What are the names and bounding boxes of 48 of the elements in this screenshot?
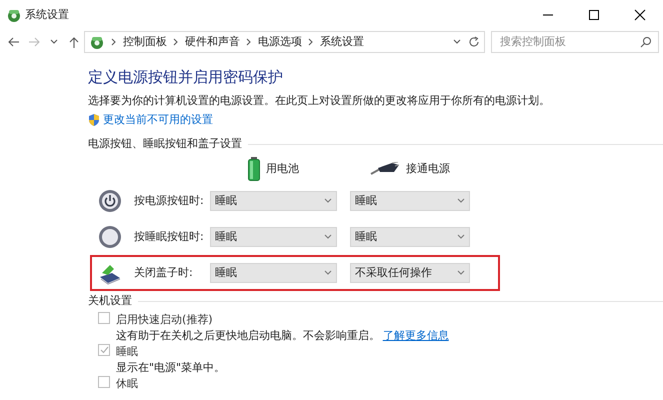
chevron-right-icon xyxy=(246,38,252,46)
back-arrow-icon[interactable] xyxy=(7,36,21,48)
section-title: 关机设置 xyxy=(88,292,132,309)
chevron-right-icon xyxy=(173,38,179,46)
power-button-icon xyxy=(98,188,122,213)
battery-icon xyxy=(248,156,260,181)
chevron-down-icon xyxy=(324,270,332,276)
close-icon xyxy=(634,9,646,21)
chevron-down-icon xyxy=(457,234,465,240)
breadcrumb-item[interactable]: 硬件和声音 xyxy=(185,34,240,50)
option-description: 这有助于在关机之后更快地启动电脑。不会影响重启。 xyxy=(116,328,380,344)
up-arrow-icon[interactable] xyxy=(68,36,80,48)
power-plug-icon xyxy=(370,162,400,176)
dropdown[interactable]: 睡眠 xyxy=(210,262,337,283)
column-label: 接通电源 xyxy=(406,160,450,176)
dropdown[interactable]: 睡眠 xyxy=(210,190,337,211)
checkbox-label: 启用快速启动(推荐) xyxy=(116,312,214,328)
checkbox-label: 休眠 xyxy=(116,376,139,392)
option-description: 显示在"电源"菜单中。 xyxy=(116,360,226,376)
dropdown[interactable]: 睡眠 xyxy=(350,190,470,211)
page-heading: 定义电源按钮并启用密码保护 xyxy=(88,67,284,88)
dropdown[interactable]: 不采取任何操作 xyxy=(350,262,470,283)
search-box[interactable]: 搜索控制面板 xyxy=(491,31,659,53)
search-icon xyxy=(640,36,652,48)
checkbox-label: 睡眠 xyxy=(116,344,139,360)
refresh-icon[interactable] xyxy=(468,36,480,48)
chevron-right-icon xyxy=(111,38,117,46)
window-title: 系统设置 xyxy=(24,6,69,23)
address-bar[interactable]: 控制面板 硬件和声音 电源选项 系统设置 xyxy=(84,31,485,53)
breadcrumb-item[interactable]: 控制面板 xyxy=(123,34,167,50)
dropdown[interactable]: 睡眠 xyxy=(210,226,337,247)
chevron-right-icon xyxy=(308,38,314,46)
chevron-down-icon xyxy=(457,198,465,204)
chevron-down-icon xyxy=(324,234,332,240)
chevron-down-icon xyxy=(457,270,465,276)
column-label: 用电池 xyxy=(266,160,299,176)
breadcrumb-item[interactable]: 电源选项 xyxy=(258,34,302,50)
setting-label: 按睡眠按钮时: xyxy=(134,228,204,244)
maximize-icon xyxy=(588,9,600,21)
dropdown[interactable]: 睡眠 xyxy=(350,226,470,247)
change-settings-link[interactable]: 更改当前不可用的设置 xyxy=(102,112,213,128)
setting-label: 按电源按钮时: xyxy=(134,192,204,208)
chevron-down-icon xyxy=(324,198,332,204)
description-text: 选择要为你的计算机设置的电源设置。在此页上对设置所做的更改将应用于你所有的电源计划。 xyxy=(88,92,551,108)
breadcrumb-item[interactable]: 系统设置 xyxy=(320,34,364,50)
section-title: 电源按钮、睡眠按钮和盖子设置 xyxy=(88,136,242,152)
shield-icon xyxy=(88,113,100,127)
setting-label: 关闭盖子时: xyxy=(134,264,194,280)
